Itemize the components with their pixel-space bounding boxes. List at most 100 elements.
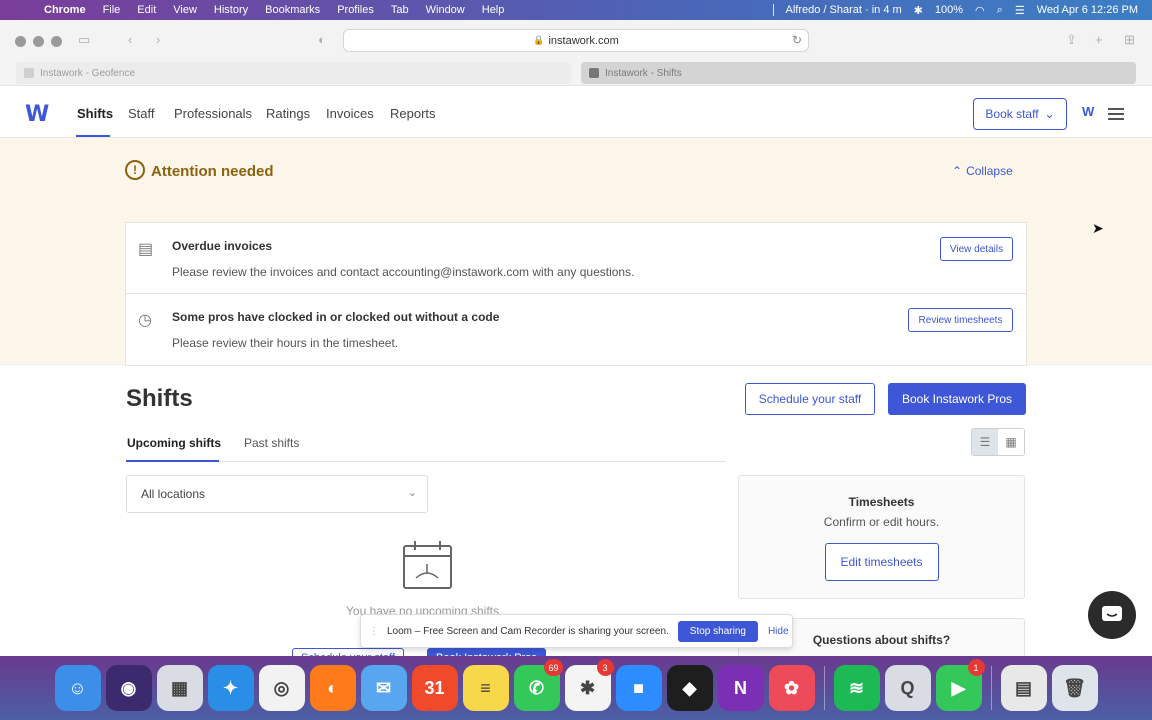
back-arrow-icon[interactable]: ‹ [128,32,132,47]
menu-profiles[interactable]: Profiles [337,4,374,16]
zoom-window-button[interactable] [51,35,62,47]
active-subtab-indicator [126,460,219,462]
battery-percent[interactable]: 100% [935,4,963,16]
menubar-datetime[interactable]: Wed Apr 6 12:26 PM [1037,4,1138,16]
collapse-button[interactable]: ⌃ Collapse [952,164,1013,178]
menu-window[interactable]: Window [426,4,465,16]
bluetooth-icon[interactable]: ✱ [914,4,923,17]
dock-facetime-icon[interactable]: ▶ 1 [935,659,985,711]
book-staff-label: Book staff [985,107,1039,121]
review-timesheets-button[interactable]: Review timesheets [908,308,1013,332]
menu-edit[interactable]: Edit [137,4,156,16]
forward-arrow-icon[interactable]: › [156,32,160,47]
nav-shifts[interactable]: Shifts [77,106,113,121]
dock-calendar-icon[interactable]: 31 [411,665,458,711]
dock-mail-icon[interactable]: ✉ [360,665,407,711]
card-heading: Overdue invoices [172,239,273,253]
calendar-view-icon[interactable]: ▦ [998,429,1024,455]
attention-section: ! Attention needed ⌃ Collapse ▤ Overdue … [0,138,1152,366]
menu-chrome[interactable]: Chrome [44,4,86,16]
page-title: Shifts [126,385,193,412]
menu-help[interactable]: Help [482,4,505,16]
card-text: Please review their hours in the timeshe… [172,336,399,350]
window-controls [15,35,62,47]
chevron-down-icon: ⌄ [1044,107,1055,121]
dock-messages-icon[interactable]: ✆ 69 [513,659,563,711]
dock-firefox-icon[interactable]: ◐ [309,665,356,711]
menu-tab[interactable]: Tab [391,4,409,16]
location-select[interactable]: All locations ⌄ [126,475,428,513]
support-chat-icon[interactable] [1088,591,1136,639]
overdue-invoices-card: ▤ Overdue invoices Please review the inv… [125,222,1027,294]
dock-trash-icon[interactable]: 🗑 [1051,665,1098,711]
timesheets-card: Timesheets Confirm or edit hours. Edit t… [738,475,1025,599]
active-nav-indicator [76,135,110,137]
app-navbar: W Shifts Staff Professionals Ratings Inv… [0,86,1152,138]
nav-invoices[interactable]: Invoices [326,106,374,121]
nav-professionals[interactable]: Professionals [174,106,252,121]
share-icon[interactable]: ⇪ [1066,32,1077,48]
questions-title: Questions about shifts? [812,633,951,647]
invoice-icon: ▤ [138,241,154,258]
dock-chrome-icon[interactable]: ◎ [258,665,305,711]
drag-handle-icon[interactable]: ⋮ [369,626,379,637]
tab-past-shifts[interactable]: Past shifts [244,436,299,450]
stop-sharing-button[interactable]: Stop sharing [677,620,758,642]
dock-launchpad-icon[interactable]: ▦ [156,665,203,711]
favicon-icon [589,68,599,78]
hide-button[interactable]: Hide [768,626,789,637]
spotlight-search-icon[interactable]: ⌕ [997,4,1003,17]
new-tab-icon[interactable]: + [1095,32,1103,47]
menu-bookmarks[interactable]: Bookmarks [265,4,320,16]
instawork-mini-logo[interactable]: W [1082,104,1094,119]
nav-reports[interactable]: Reports [390,106,436,121]
address-bar[interactable]: 🔒 instawork.com ↻ [343,29,809,52]
tab-geofence[interactable]: Instawork - Geofence [16,62,571,84]
tab-overview-icon[interactable]: ⊞ [1124,32,1135,48]
dock-zoom-icon[interactable]: ■ [615,665,662,711]
view-details-button[interactable]: View details [940,237,1013,261]
book-instawork-pros-button[interactable]: Book Instawork Pros [888,383,1026,415]
dock-quicktime-icon[interactable]: Q [884,665,931,711]
privacy-shield-icon[interactable]: ◐ [318,32,326,47]
tab-shifts[interactable]: Instawork - Shifts [581,62,1136,84]
control-center-icon[interactable]: ☰ [1015,4,1025,17]
book-staff-button[interactable]: Book staff ⌄ [973,98,1067,130]
list-view-icon[interactable]: ☰ [972,429,998,455]
close-window-button[interactable] [15,35,26,47]
nav-staff[interactable]: Staff [128,106,155,121]
dock-badge: 3 [596,659,614,676]
dock-slack-icon[interactable]: ✱ 3 [564,659,614,711]
nav-ratings[interactable]: Ratings [266,106,310,121]
empty-schedule-staff-button[interactable]: Schedule your staff [292,648,404,656]
minimize-window-button[interactable] [33,35,44,47]
tab-upcoming-shifts[interactable]: Upcoming shifts [127,436,221,450]
schedule-staff-button[interactable]: Schedule your staff [745,383,875,415]
menubar-status-area: Alfredo / Sharat · in 4 m ✱ 100% ◠ ⌕ ☰ W… [772,4,1152,17]
wifi-icon[interactable]: ◠ [975,4,985,17]
dock-finder-icon[interactable]: ☺ [54,665,101,711]
reload-icon[interactable]: ↻ [792,33,802,47]
dock-spotify-icon[interactable]: ≋ [833,665,880,711]
menu-file[interactable]: File [103,4,121,16]
collapse-icon: ⌃ [952,164,963,178]
loom-message: Loom – Free Screen and Cam Recorder is s… [387,625,669,637]
empty-book-pros-button[interactable]: Book Instawork Pros [427,648,546,656]
card-text: Please review the invoices and contact a… [172,265,635,279]
dock-onenote-icon[interactable]: N [717,665,764,711]
hamburger-menu-icon[interactable] [1108,108,1124,123]
meeting-reminder[interactable]: Alfredo / Sharat · in 4 m [786,4,902,16]
dock-figma-icon[interactable]: ◆ [666,665,713,711]
dock-separator [823,666,825,710]
dock-siri-icon[interactable]: ◉ [105,665,152,711]
menu-history[interactable]: History [214,4,248,16]
dock-safari-icon[interactable]: ✦ [207,665,254,711]
menu-view[interactable]: View [173,4,197,16]
dock-notes-icon[interactable]: ≡ [462,665,509,711]
tab-title: Instawork - Geofence [40,67,136,79]
instawork-logo[interactable]: W [25,102,49,127]
edit-timesheets-button[interactable]: Edit timesheets [824,543,939,581]
dock-craft-icon[interactable]: ✿ [768,665,815,711]
sidebar-toggle-icon[interactable]: ▭ [78,32,90,48]
dock-documents-icon[interactable]: ▤ [1000,665,1047,711]
